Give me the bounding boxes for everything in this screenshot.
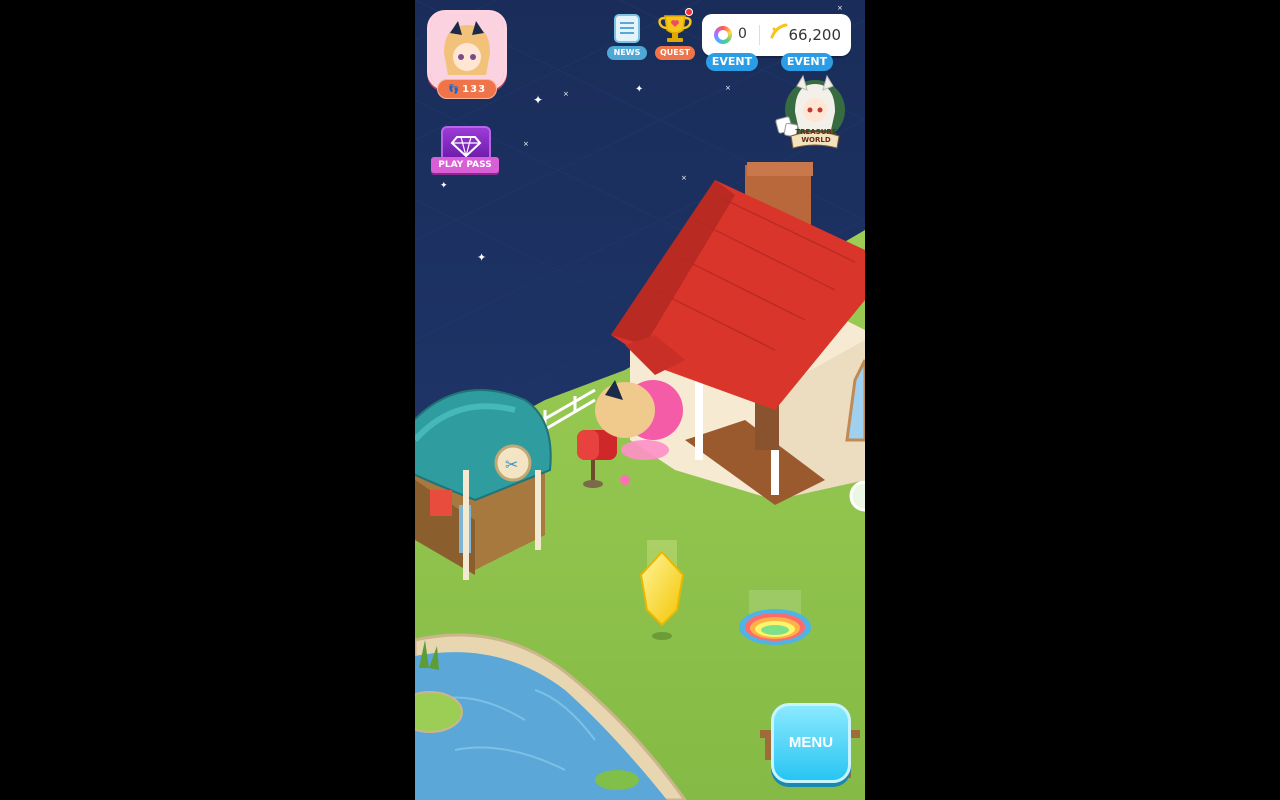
svg-text:✦: ✦ bbox=[635, 84, 643, 95]
gold-balance: 66,200 bbox=[788, 26, 842, 44]
player-avatar[interactable] bbox=[427, 10, 507, 90]
footprint-icon: 👣 bbox=[447, 85, 461, 95]
coin-balance: 0 bbox=[738, 26, 747, 42]
rainbow-portal[interactable] bbox=[739, 590, 811, 645]
quest-label: QUEST bbox=[655, 46, 695, 60]
svg-text:×: × bbox=[681, 174, 687, 182]
news-label: NEWS bbox=[607, 46, 647, 60]
play-pass-button[interactable]: PLAY PASS bbox=[429, 124, 501, 184]
play-pass-label: PLAY PASS bbox=[431, 157, 499, 173]
colorful-coin-icon bbox=[714, 26, 732, 44]
quest-button[interactable]: QUEST bbox=[653, 8, 697, 60]
news-list-icon bbox=[614, 14, 640, 43]
player-level-badge: 👣 133 bbox=[437, 79, 497, 99]
quest-notification-dot bbox=[685, 8, 693, 16]
coin-event-button[interactable]: EVENT bbox=[706, 53, 758, 71]
lily-pad bbox=[595, 770, 639, 790]
currency-panel: 0 66,200 bbox=[702, 14, 851, 56]
gold-event-button[interactable]: EVENT bbox=[781, 53, 833, 71]
svg-text:✦: ✦ bbox=[533, 93, 543, 107]
diamond-icon bbox=[450, 136, 482, 159]
player-level-value: 133 bbox=[462, 84, 487, 95]
game-screen: ✦ ✦ ✦ ✦ × × × × × ✂ 👣 133 PLAY PASS NEWS… bbox=[415, 0, 865, 800]
svg-text:×: × bbox=[837, 4, 843, 12]
currency-divider bbox=[759, 25, 760, 45]
gold-sparkle-icon bbox=[770, 23, 788, 39]
svg-text:×: × bbox=[563, 90, 569, 98]
news-button[interactable]: NEWS bbox=[605, 14, 649, 60]
svg-text:×: × bbox=[725, 84, 731, 92]
treasure-world-title: TREASURE WORLD bbox=[791, 128, 841, 144]
svg-text:✂: ✂ bbox=[505, 455, 518, 474]
treasure-world-line1: TREASURE bbox=[795, 128, 837, 136]
treasure-world-line2: WORLD bbox=[801, 136, 831, 144]
trophy-icon bbox=[658, 15, 692, 42]
side-bubble[interactable] bbox=[849, 480, 865, 512]
menu-button[interactable]: MENU bbox=[771, 703, 851, 783]
treasure-world-button[interactable]: TREASURE WORLD bbox=[773, 72, 853, 152]
svg-text:✦: ✦ bbox=[477, 251, 486, 264]
avatar-portrait-icon bbox=[430, 13, 504, 87]
svg-text:×: × bbox=[523, 140, 529, 148]
